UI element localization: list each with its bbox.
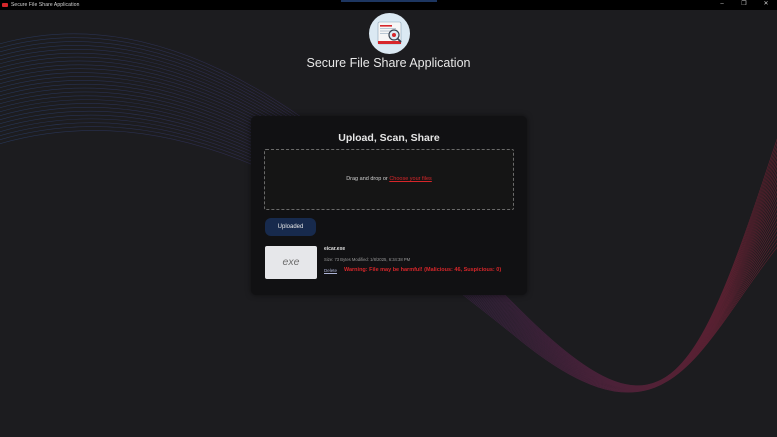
app-logo [369, 13, 410, 54]
card-title: Upload, Scan, Share [338, 132, 440, 144]
file-dropzone[interactable]: Drag and drop or Choose your files [264, 149, 514, 210]
minimize-button[interactable]: – [711, 0, 733, 10]
uploaded-button[interactable]: Uploaded [265, 218, 316, 236]
app-title: Secure File Share Application [306, 56, 471, 70]
top-accent-bar [341, 0, 437, 2]
dropzone-text: Drag and drop or Choose your files [265, 176, 513, 182]
file-scan-magnifier-icon [377, 21, 402, 45]
upload-card: Upload, Scan, Share Drag and drop or Cho… [251, 116, 527, 295]
malware-warning: Warning: File may be harmful! (Malicious… [344, 267, 502, 273]
delete-link[interactable]: Delete [324, 268, 337, 273]
file-name: eicar.exe [324, 246, 346, 252]
close-button[interactable]: ✕ [755, 0, 777, 10]
file-thumbnail: exe [265, 246, 317, 279]
maximize-button[interactable]: ❐ [733, 0, 755, 10]
choose-files-link[interactable]: Choose your files [389, 176, 432, 182]
window-controls: – ❐ ✕ [711, 0, 777, 10]
window-title: Secure File Share Application [11, 2, 80, 8]
file-meta: Size: 73 Bytes Modified: 1/8/2025, 6:34:… [324, 257, 411, 262]
dropzone-instruction: Drag and drop or [346, 176, 388, 182]
app-icon [2, 3, 8, 7]
